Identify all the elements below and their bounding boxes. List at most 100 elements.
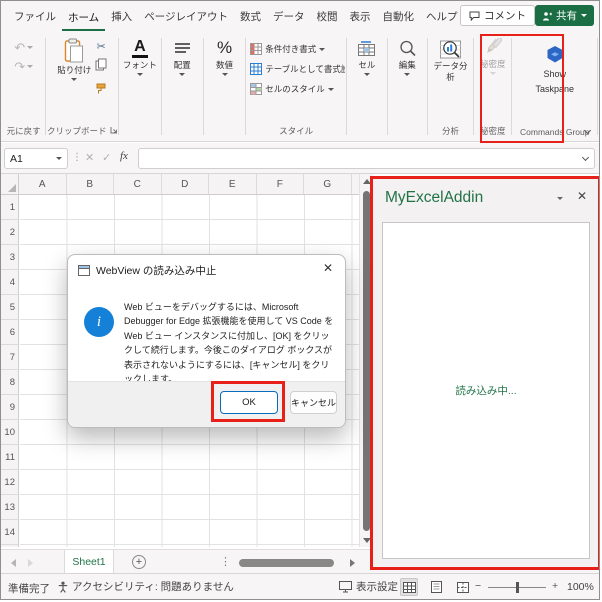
zoom-level-text[interactable]: 100% <box>567 581 594 593</box>
column-header[interactable]: E <box>209 174 257 194</box>
row-header[interactable]: 4 <box>1 270 18 295</box>
row-header[interactable]: 1 <box>1 195 18 220</box>
sensitivity-button[interactable]: 秘密度 <box>480 33 506 125</box>
taskpane-menu-chevron-icon[interactable] <box>557 197 563 200</box>
column-header[interactable]: A <box>19 174 67 194</box>
format-painter-button[interactable] <box>95 81 107 99</box>
accessibility-status[interactable]: アクセシビリティ: 問題ありません <box>57 579 234 594</box>
zoom-slider-thumb[interactable] <box>516 582 519 593</box>
column-header[interactable]: C <box>114 174 162 194</box>
align-lines-icon <box>174 38 190 58</box>
conditional-formatting-button[interactable]: 条件付き書式 <box>247 39 345 59</box>
editing-label: 編集 <box>398 60 416 70</box>
excel-window: ファイル ホーム 挿入 ページレイアウト 数式 データ 校閲 表示 自動化 ヘル… <box>0 0 600 600</box>
group-divider <box>473 38 475 135</box>
view-settings-button[interactable]: 表示設定 <box>339 579 398 594</box>
row-header[interactable]: 10 <box>1 420 18 445</box>
tab-insert[interactable]: 挿入 <box>105 9 138 31</box>
taskpane-close-icon[interactable]: ✕ <box>577 189 587 203</box>
formula-bar-drag-handle[interactable]: ⋮ <box>72 152 82 163</box>
add-sheet-icon[interactable]: + <box>132 555 146 569</box>
confirm-entry-icon[interactable]: ✓ <box>102 151 111 164</box>
row-header[interactable]: 9 <box>1 395 18 420</box>
tab-view[interactable]: 表示 <box>343 9 376 31</box>
row-header[interactable]: 2 <box>1 220 18 245</box>
ok-button[interactable]: OK <box>220 391 278 414</box>
row-header[interactable]: 8 <box>1 370 18 395</box>
sheet-nav-left-icon[interactable] <box>11 559 16 567</box>
tabbar-splitter[interactable]: ⋮ <box>220 555 231 568</box>
redo-button[interactable]: ↷ <box>14 60 34 73</box>
tab-file[interactable]: ファイル <box>8 9 62 31</box>
data-analysis-button[interactable]: データ分析 <box>431 33 469 125</box>
row-header[interactable]: 12 <box>1 470 18 495</box>
clipboard-group: 貼り付け ✂ クリップボード <box>47 33 117 141</box>
commands-group-label: Commands Group <box>520 127 590 137</box>
row-header[interactable]: 5 <box>1 295 18 320</box>
formula-bar-expand-chevron-icon[interactable] <box>581 153 590 162</box>
alignment-menu-button[interactable]: 配置 <box>174 33 191 141</box>
sheet-nav-right-icon[interactable] <box>28 559 33 567</box>
tab-home[interactable]: ホーム <box>62 10 106 31</box>
page-layout-view-icon[interactable] <box>427 578 445 596</box>
cancel-button[interactable]: キャンセル <box>290 391 337 414</box>
column-header[interactable]: B <box>67 174 114 194</box>
column-header[interactable]: G <box>304 174 352 194</box>
formula-input[interactable] <box>138 148 595 169</box>
chevron-down-icon <box>489 71 496 75</box>
undo-button[interactable]: ↶ <box>14 41 34 54</box>
tab-automate[interactable]: 自動化 <box>376 9 420 31</box>
sensitivity-label: 秘密度 <box>480 59 506 69</box>
name-box[interactable]: A1 <box>4 148 68 169</box>
show-taskpane-button[interactable]: Show Taskpane <box>535 33 574 127</box>
zoom-out-icon[interactable]: − <box>475 580 481 592</box>
sheet-tab-sheet1[interactable]: Sheet1 <box>64 550 114 575</box>
row-header[interactable]: 3 <box>1 245 18 270</box>
styles-group: 条件付き書式 テーブルとして書式設定 セルのスタイル スタイル <box>247 33 345 141</box>
row-header[interactable]: 14 <box>1 520 18 545</box>
vertical-scrollbar[interactable] <box>359 174 373 547</box>
horizontal-scrollbar-thumb[interactable] <box>239 559 334 567</box>
cancel-entry-icon[interactable]: ✕ <box>85 151 94 164</box>
tab-review[interactable]: 校閲 <box>310 9 343 31</box>
dialog-close-icon[interactable]: ✕ <box>323 261 333 275</box>
number-menu-button[interactable]: % 数値 <box>216 33 233 141</box>
row-header[interactable]: 13 <box>1 495 18 520</box>
cut-button[interactable]: ✂ <box>97 40 106 53</box>
cells-menu-button[interactable]: セル <box>358 33 375 141</box>
select-all-corner[interactable] <box>1 174 19 195</box>
row-header[interactable]: 6 <box>1 320 18 345</box>
accessibility-label: アクセシビリティ: 問題ありません <box>72 581 234 593</box>
zoom-in-icon[interactable]: + <box>552 580 558 592</box>
share-button[interactable]: 共有 <box>535 5 594 26</box>
comments-button[interactable]: コメント <box>460 5 535 26</box>
page-break-view-icon[interactable] <box>454 578 472 596</box>
number-label: 数値 <box>216 60 234 70</box>
row-header[interactable]: 11 <box>1 445 18 470</box>
dialog-launcher-icon[interactable] <box>110 126 118 136</box>
tab-data[interactable]: データ <box>267 9 311 31</box>
scroll-up-arrow-icon[interactable] <box>363 179 371 184</box>
tab-page-layout[interactable]: ページレイアウト <box>138 9 234 31</box>
column-header[interactable]: F <box>257 174 304 194</box>
group-divider <box>346 38 348 135</box>
row-header[interactable]: 7 <box>1 345 18 370</box>
styles-group-label: スタイル <box>279 126 314 136</box>
column-header[interactable]: D <box>162 174 209 194</box>
undo-group-label: 元に戻す <box>6 126 41 136</box>
insert-function-icon[interactable]: fx <box>120 150 128 162</box>
paste-button[interactable]: 貼り付け <box>57 33 91 125</box>
tab-formulas[interactable]: 数式 <box>234 9 267 31</box>
normal-view-icon[interactable] <box>400 578 418 596</box>
font-menu-button[interactable]: A フォント <box>123 33 157 141</box>
share-person-icon <box>542 11 552 21</box>
vertical-scrollbar-thumb[interactable] <box>363 191 370 531</box>
scroll-down-arrow-icon[interactable] <box>363 538 371 543</box>
cell-styles-button[interactable]: セルのスタイル <box>247 79 345 99</box>
editing-menu-button[interactable]: 編集 <box>399 33 416 141</box>
copy-button[interactable] <box>95 58 107 76</box>
taskpane: MyExcelAddin ✕ 読み込み中... <box>373 177 599 569</box>
format-as-table-button[interactable]: テーブルとして書式設定 <box>247 59 345 79</box>
tab-help[interactable]: ヘルプ <box>420 9 464 31</box>
scroll-right-arrow-icon[interactable] <box>350 559 355 567</box>
